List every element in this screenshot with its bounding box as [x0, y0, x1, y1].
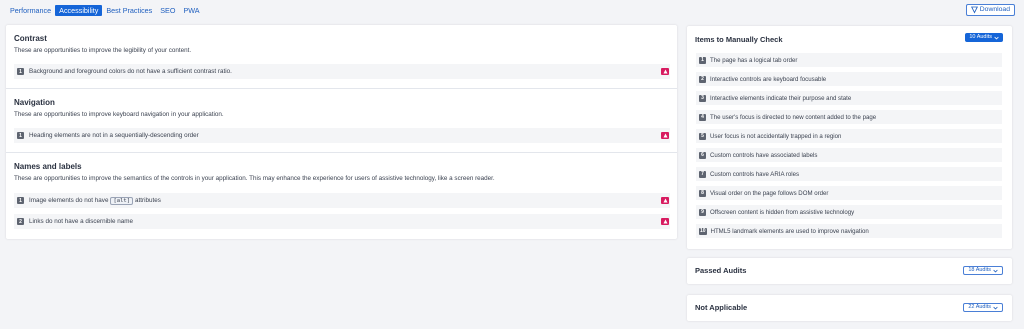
not-applicable-count: 22 Audits: [968, 304, 991, 310]
not-applicable-card: Not Applicable 22 Audits: [687, 295, 1012, 321]
item-text: Interactive elements indicate their purp…: [710, 94, 852, 102]
audit-text-suffix: attributes: [135, 197, 161, 204]
audit-text: Image elements do not have: [29, 197, 109, 204]
manual-item[interactable]: 3 Interactive elements indicate their pur…: [696, 91, 1002, 105]
item-text: The page has a logical tab order: [710, 56, 798, 64]
audit-number: 2: [17, 218, 24, 225]
item-number: 5: [699, 132, 706, 140]
chevron-down-icon: [993, 306, 998, 309]
manual-item[interactable]: 7 Custom controls have ARIA roles: [696, 167, 1002, 181]
section-title-names-labels: Names and labels: [14, 162, 82, 171]
item-text: HTML5 landmark elements are used to impr…: [710, 227, 869, 235]
audit-text: Heading elements are not in a sequential…: [29, 132, 199, 139]
audit-row[interactable]: 2 Links do not have a discernible name: [14, 214, 670, 229]
item-number: 8: [699, 189, 706, 197]
manual-item[interactable]: 9 Offscreen content is hidden from assist…: [696, 205, 1002, 219]
section-divider: [6, 88, 677, 89]
section-title-navigation: Navigation: [14, 98, 55, 107]
manual-check-card: Items to Manually Check 10 Audits 1 The p…: [687, 26, 1012, 249]
section-divider: [6, 152, 677, 153]
item-number: 2: [699, 75, 706, 83]
download-button[interactable]: Download: [965, 4, 1015, 16]
chevron-down-icon: [994, 36, 999, 39]
warning-icon: [661, 218, 669, 225]
item-number: 4: [699, 113, 706, 121]
manual-item[interactable]: 5 User focus is not accidentally trapped …: [696, 129, 1002, 143]
audit-text: Links do not have a discernible name: [29, 218, 133, 225]
manual-item[interactable]: 1 The page has a logical tab order: [696, 53, 1002, 67]
item-number: 1: [699, 56, 706, 64]
audit-number: 1: [17, 68, 24, 75]
manual-item[interactable]: 8 Visual order on the page follows DOM or…: [696, 186, 1002, 200]
not-applicable-badge[interactable]: 22 Audits: [963, 303, 1003, 312]
tab-accessibility[interactable]: Accessibility: [55, 5, 103, 16]
section-title-contrast: Contrast: [14, 34, 47, 43]
item-text: Visual order on the page follows DOM ord…: [710, 189, 829, 197]
not-applicable-title: Not Applicable: [695, 303, 748, 312]
manual-item[interactable]: 2 Interactive controls are keyboard focus…: [696, 72, 1002, 86]
opportunities-card: Contrast These are opportunities to impr…: [6, 25, 677, 239]
section-desc-names-labels: These are opportunities to improve the s…: [14, 175, 495, 182]
section-desc-navigation: These are opportunities to improve keybo…: [14, 111, 224, 118]
item-text: User focus is not accidentally trapped i…: [710, 132, 842, 140]
item-number: 7: [699, 170, 706, 178]
audit-row[interactable]: 1 Background and foreground colors do no…: [14, 64, 670, 79]
item-number: 10: [699, 227, 707, 235]
warning-icon: [661, 68, 669, 75]
item-number: 6: [699, 151, 706, 159]
manual-check-title: Items to Manually Check: [695, 35, 783, 44]
tab-seo[interactable]: SEO: [156, 5, 179, 16]
manual-item[interactable]: 10 HTML5 landmark elements are used to im…: [696, 224, 1002, 238]
item-text: Custom controls have associated labels: [710, 151, 818, 159]
item-number: 9: [699, 208, 706, 216]
section-desc-contrast: These are opportunities to improve the l…: [14, 47, 192, 54]
manual-audits-count: 10 Audits: [969, 34, 992, 40]
item-number: 3: [699, 94, 706, 102]
warning-icon: [661, 197, 669, 204]
chevron-down-icon: [993, 269, 998, 272]
passed-audits-count: 18 Audits: [968, 267, 991, 273]
download-icon: [970, 6, 978, 14]
passed-audits-badge[interactable]: 18 Audits: [963, 266, 1003, 275]
audit-text: Background and foreground colors do not …: [29, 68, 232, 75]
passed-audits-card: Passed Audits 18 Audits: [687, 258, 1012, 284]
manual-audits-badge[interactable]: 10 Audits: [965, 33, 1003, 42]
manual-item[interactable]: 6 Custom controls have associated labels: [696, 148, 1002, 162]
category-tabs: Performance Accessibility Best Practices…: [6, 5, 204, 16]
download-label: Download: [979, 6, 1010, 13]
tab-pwa[interactable]: PWA: [179, 5, 203, 16]
tab-best-practices[interactable]: Best Practices: [102, 5, 156, 16]
item-text: The user's focus is directed to new cont…: [710, 113, 877, 121]
audit-number: 1: [17, 132, 24, 139]
tab-performance[interactable]: Performance: [6, 5, 55, 16]
audit-number: 1: [17, 197, 24, 204]
code-snippet: [alt]: [110, 196, 134, 205]
passed-audits-title: Passed Audits: [695, 266, 747, 275]
item-text: Interactive controls are keyboard focusa…: [710, 75, 827, 83]
item-text: Offscreen content is hidden from assisti…: [710, 208, 855, 216]
audit-row[interactable]: 1 Heading elements are not in a sequenti…: [14, 128, 670, 143]
audit-row[interactable]: 1 Image elements do not have [alt] attri…: [14, 193, 670, 208]
warning-icon: [661, 132, 669, 139]
item-text: Custom controls have ARIA roles: [710, 170, 800, 178]
manual-item[interactable]: 4 The user's focus is directed to new con…: [696, 110, 1002, 124]
